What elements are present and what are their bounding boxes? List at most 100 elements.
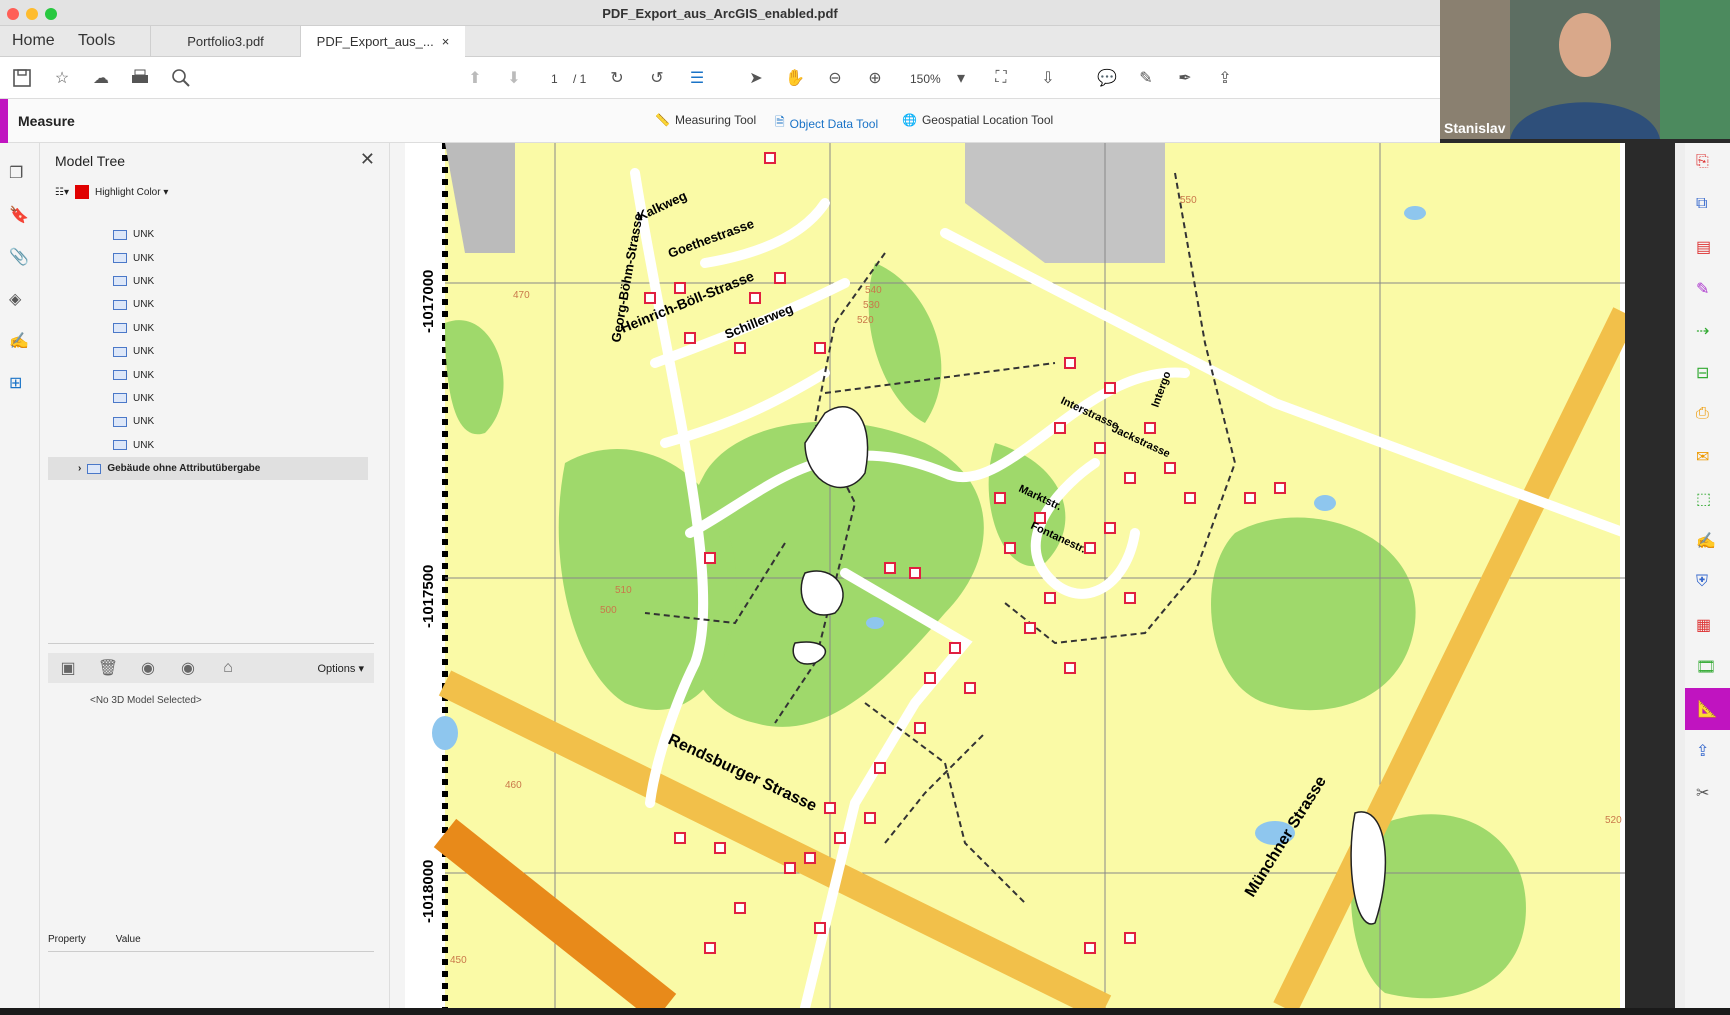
geospatial-location-tool-button[interactable]: 🌐 Geospatial Location Tool: [902, 113, 1053, 127]
fill-sign-icon[interactable]: ⬚: [1696, 489, 1718, 511]
measure-tool-active[interactable]: 📐: [1685, 688, 1730, 730]
options-dropdown[interactable]: Options ▾: [318, 662, 365, 675]
sign-icon[interactable]: ✒: [1174, 67, 1196, 89]
pages-icon[interactable]: ❐: [9, 163, 31, 185]
tree-item[interactable]: UNK: [48, 387, 368, 410]
vertical-scrollbar[interactable]: [1675, 143, 1685, 1015]
tab-pdf-export[interactable]: PDF_Export_aus_... ×: [300, 26, 465, 57]
compare-icon[interactable]: ⊟: [1696, 363, 1718, 385]
select-cursor-icon[interactable]: ➤: [745, 67, 767, 89]
tree-item-label: UNK: [133, 299, 155, 311]
protect-icon[interactable]: ⛨: [1696, 573, 1718, 595]
home-icon[interactable]: ⌂: [208, 659, 248, 677]
ruler-icon: 📐: [1697, 701, 1718, 718]
comment-icon[interactable]: 💬: [1096, 67, 1118, 89]
trash-icon[interactable]: 🗑: [88, 658, 128, 678]
pdf-map-view[interactable]: Georg-Böhm-Strasse Kalkweg Goethestrasse…: [405, 143, 1625, 1008]
prev-page-icon[interactable]: ⬆: [464, 67, 486, 89]
tree-item[interactable]: UNK: [48, 363, 368, 386]
rich-media-icon[interactable]: 🎞: [1696, 657, 1718, 679]
share-tool-icon[interactable]: ⇪: [1696, 741, 1718, 763]
cloud-upload-icon[interactable]: ☁: [90, 67, 112, 89]
redact-icon[interactable]: ▦: [1696, 615, 1718, 637]
tree-item[interactable]: UNK: [48, 270, 368, 293]
measuring-tool-button[interactable]: 📏 Measuring Tool: [655, 113, 756, 127]
layer-icon: [113, 253, 127, 264]
page-number-input[interactable]: 1: [551, 72, 558, 86]
building-marker: [864, 812, 876, 824]
building-marker: [714, 842, 726, 854]
layer-icon: [87, 463, 102, 474]
export-pdf-icon[interactable]: ⇢: [1696, 321, 1718, 343]
share-icon[interactable]: ⇪: [1214, 67, 1236, 89]
tree-options-icon[interactable]: ☷▾: [55, 187, 69, 198]
nav-tools[interactable]: Tools: [78, 32, 115, 50]
request-signature-icon[interactable]: ✍: [1696, 531, 1718, 553]
zoom-dropdown-icon[interactable]: ▾: [950, 67, 972, 89]
nav-home[interactable]: Home: [12, 32, 55, 50]
page-view-icon[interactable]: ⇩: [1037, 67, 1059, 89]
tab-bar: Home Tools Portfolio3.pdf PDF_Export_aus…: [0, 26, 1440, 57]
highlight-pen-icon[interactable]: ✎: [1135, 67, 1157, 89]
building-marker: [1244, 492, 1256, 504]
scroll-mode-icon[interactable]: ☰: [686, 67, 708, 89]
comment-tool-icon[interactable]: ✉: [1696, 447, 1718, 469]
building-marker: [704, 942, 716, 954]
hand-icon[interactable]: ✋: [784, 67, 806, 89]
attachment-icon[interactable]: 📎: [9, 247, 31, 269]
radio-a-icon[interactable]: ◉: [128, 658, 168, 678]
star-icon[interactable]: ☆: [51, 67, 73, 89]
layers-icon[interactable]: ◈: [9, 289, 31, 311]
scan-icon[interactable]: ⎙: [1696, 405, 1718, 427]
tree-item[interactable]: UNK: [48, 223, 368, 246]
tree-item[interactable]: UNK: [48, 340, 368, 363]
tree-item[interactable]: UNK: [48, 434, 368, 457]
object-data-icon: 🗎: [775, 115, 785, 129]
tab-close-icon[interactable]: ×: [442, 34, 450, 49]
tab-label: PDF_Export_aus_...: [316, 34, 434, 49]
customize-icon[interactable]: ✂: [1696, 783, 1718, 805]
model-tree-icon[interactable]: ⊞: [9, 373, 31, 395]
zoom-search-icon[interactable]: [170, 67, 192, 89]
building-marker: [684, 332, 696, 344]
panel-close-icon[interactable]: ✕: [360, 149, 375, 170]
rotate-right-icon[interactable]: ↻: [606, 67, 628, 89]
building-marker: [749, 292, 761, 304]
object-data-tool-button[interactable]: 🗎 Object Data Tool: [775, 113, 878, 134]
layer-icon: [113, 346, 127, 357]
bookmark-icon[interactable]: 🔖: [9, 205, 31, 227]
zoom-level-select[interactable]: 150%: [910, 72, 941, 86]
edit-pdf-icon[interactable]: ✎: [1696, 279, 1718, 301]
3d-view-icon[interactable]: ▣: [48, 658, 88, 678]
combine-files-icon[interactable]: ⧉: [1696, 195, 1718, 217]
organize-pages-icon[interactable]: ▤: [1696, 237, 1718, 259]
highlight-color-control[interactable]: ☷▾ Highlight Color ▾: [55, 185, 168, 199]
building-marker: [1124, 592, 1136, 604]
rotate-left-icon[interactable]: ↺: [646, 67, 668, 89]
tree-item-label: UNK: [133, 416, 155, 428]
tree-item-buildings[interactable]: › Gebäude ohne Attributübergabe: [48, 456, 368, 481]
tree-item[interactable]: UNK: [48, 410, 368, 433]
highlight-swatch[interactable]: [74, 185, 89, 199]
create-pdf-icon[interactable]: ⎘: [1696, 153, 1718, 175]
fit-page-icon[interactable]: ⛶: [990, 67, 1012, 89]
tab-portfolio[interactable]: Portfolio3.pdf: [150, 26, 300, 57]
webcam-overlay: Stanislav: [1440, 0, 1730, 139]
participant-name: Stanislav: [1444, 120, 1506, 136]
tree-item[interactable]: UNK: [48, 317, 368, 340]
tree-item[interactable]: UNK: [48, 246, 368, 269]
map-canvas[interactable]: Georg-Böhm-Strasse Kalkweg Goethestrasse…: [405, 143, 1625, 1008]
tree-item[interactable]: UNK: [48, 293, 368, 316]
zoom-out-icon[interactable]: ⊖: [824, 67, 846, 89]
radio-b-icon[interactable]: ◉: [168, 658, 208, 678]
print-icon[interactable]: [129, 67, 151, 89]
building-marker: [1124, 472, 1136, 484]
signature-icon[interactable]: ✍: [9, 331, 31, 353]
expand-chevron-icon[interactable]: ›: [78, 463, 81, 474]
save-icon[interactable]: [11, 67, 33, 89]
building-marker: [1024, 622, 1036, 634]
highlight-color-label[interactable]: Highlight Color ▾: [95, 187, 168, 198]
next-page-icon[interactable]: ⬇: [503, 67, 525, 89]
panel-splitter[interactable]: [48, 643, 374, 644]
zoom-in-icon[interactable]: ⊕: [864, 67, 886, 89]
